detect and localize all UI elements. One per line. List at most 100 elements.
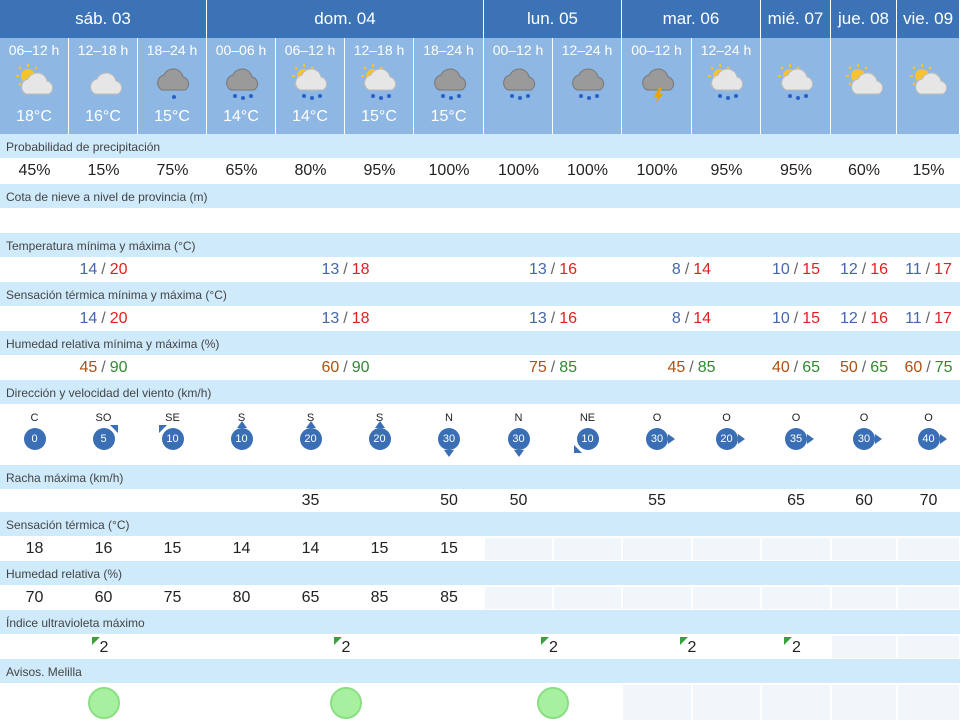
wind-speed: 30 [857, 432, 871, 445]
wind-speed-icon: 30 [646, 427, 675, 450]
wind-speed: 20 [373, 432, 386, 445]
feel-max: 18 [351, 310, 370, 327]
humidity-max: 75 [934, 359, 953, 376]
wind-arrow-icon [939, 433, 947, 444]
separator: / [925, 310, 931, 327]
day-header[interactable]: lun. 05 [484, 0, 622, 38]
temp-min: 14 [79, 261, 98, 278]
period-header[interactable]: 06–12 h 14°C [276, 38, 345, 134]
hum2-value: 75 [163, 589, 182, 606]
precip-value: 75% [156, 162, 189, 179]
period-header[interactable]: 12–24 h [553, 38, 622, 134]
wind-arrow-icon [573, 444, 582, 453]
period-temperature: 15°C [154, 108, 190, 125]
temp-cell: 11/17 [898, 259, 959, 281]
uv-cell: 2 [485, 636, 621, 658]
feel2-value: 15 [163, 540, 182, 557]
hum2-cell [832, 587, 896, 609]
snow-cell [554, 210, 621, 232]
precip-value: 100% [498, 162, 539, 179]
aviso-green-icon[interactable] [87, 686, 120, 719]
wind-speed: 0 [31, 432, 38, 445]
row-label-text: Sensación térmica mínima y máxima (°C) [6, 288, 227, 302]
period-header[interactable]: 18–24 h 15°C [414, 38, 484, 134]
hum2-cell: 85 [415, 587, 483, 609]
snow-cell [1, 210, 68, 232]
wind-arrow-icon [444, 449, 454, 457]
separator: / [684, 310, 690, 327]
feel-max: 14 [693, 310, 712, 327]
sun-cloud-rain-icon [776, 62, 816, 102]
hum2-cell [554, 587, 621, 609]
wind-arrow-icon [109, 424, 118, 433]
aviso-green-icon[interactable] [537, 686, 569, 719]
separator: / [550, 359, 556, 376]
period-label: 00–12 h [492, 42, 544, 58]
sun-cloud-icon [844, 62, 884, 102]
feel2-cell [693, 538, 760, 560]
cloud-rain-icon [567, 62, 607, 102]
aviso-cell[interactable] [1, 685, 206, 720]
wind-arrow-icon [374, 420, 385, 428]
period-header[interactable]: 00–06 h 14°C [207, 38, 276, 134]
gust-cell [70, 491, 137, 511]
wind-speed-icon: 10 [158, 424, 184, 450]
period-header[interactable]: 00–12 h [484, 38, 553, 134]
gust-value: 35 [301, 492, 320, 509]
aviso-green-icon[interactable] [329, 686, 362, 719]
wind-cell: O 20 [693, 406, 760, 461]
feel-min: 11 [905, 310, 922, 327]
aviso-cell[interactable] [208, 685, 483, 720]
period-header[interactable]: 12–18 h 16°C [69, 38, 138, 134]
day-header[interactable]: mar. 06 [622, 0, 761, 38]
period-header[interactable] [831, 38, 897, 134]
row-label-text: Racha máxima (km/h) [6, 471, 124, 485]
period-header[interactable]: 06–12 h 18°C [0, 38, 69, 134]
humidity-cell: 60/75 [898, 357, 959, 379]
period-header[interactable]: 12–18 h 15°C [345, 38, 414, 134]
wind-arrow-icon [158, 424, 167, 433]
separator: / [343, 310, 348, 327]
precip-value: 100% [428, 162, 470, 179]
uv-cell: 2 [623, 636, 760, 658]
precip-cell: 15% [898, 160, 959, 182]
period-header[interactable] [761, 38, 831, 134]
day-header[interactable]: mié. 07 [761, 0, 831, 38]
precip-cell: 100% [485, 160, 552, 182]
day-header[interactable]: jue. 08 [831, 0, 897, 38]
period-header[interactable]: 00–12 h [622, 38, 692, 134]
wind-cell: S 20 [346, 406, 413, 461]
feel2-cell: 15 [346, 538, 413, 560]
aviso-cell[interactable] [485, 685, 621, 720]
separator: / [861, 261, 867, 278]
precip-cell: 15% [70, 160, 137, 182]
row-label-precip: Probabilidad de precipitación [0, 134, 960, 158]
day-label: sáb. 03 [75, 9, 131, 28]
temp-cell: 12/16 [832, 259, 896, 281]
period-header[interactable]: 12–24 h [692, 38, 761, 134]
hum2-cell [485, 587, 552, 609]
snow-cell [832, 210, 896, 232]
wind-cell: NE 10 [554, 406, 621, 461]
humidity-min: 75 [528, 359, 547, 376]
day-header[interactable]: dom. 04 [207, 0, 484, 38]
wind-speed-icon: 5 [92, 424, 118, 450]
separator: / [101, 359, 106, 376]
day-header[interactable]: sáb. 03 [0, 0, 207, 38]
hum2-cell: 70 [1, 587, 68, 609]
feel2-cell [898, 538, 959, 560]
day-label: mié. 07 [767, 9, 824, 28]
precip-cell: 100% [415, 160, 483, 182]
feel2-cell: 18 [1, 538, 68, 560]
feel2-value: 18 [25, 540, 44, 557]
wind-direction: O [722, 411, 731, 424]
period-header[interactable] [897, 38, 960, 134]
hum2-cell [762, 587, 830, 609]
snow-cell [485, 210, 552, 232]
precip-value: 45% [18, 162, 51, 179]
row-label-humidity: Humedad relativa mínima y máxima (%) [0, 331, 960, 355]
day-header[interactable]: vie. 09 [897, 0, 960, 38]
period-header[interactable]: 18–24 h 15°C [138, 38, 207, 134]
period-temperature: 14°C [292, 108, 328, 125]
precip-cell: 60% [832, 160, 896, 182]
